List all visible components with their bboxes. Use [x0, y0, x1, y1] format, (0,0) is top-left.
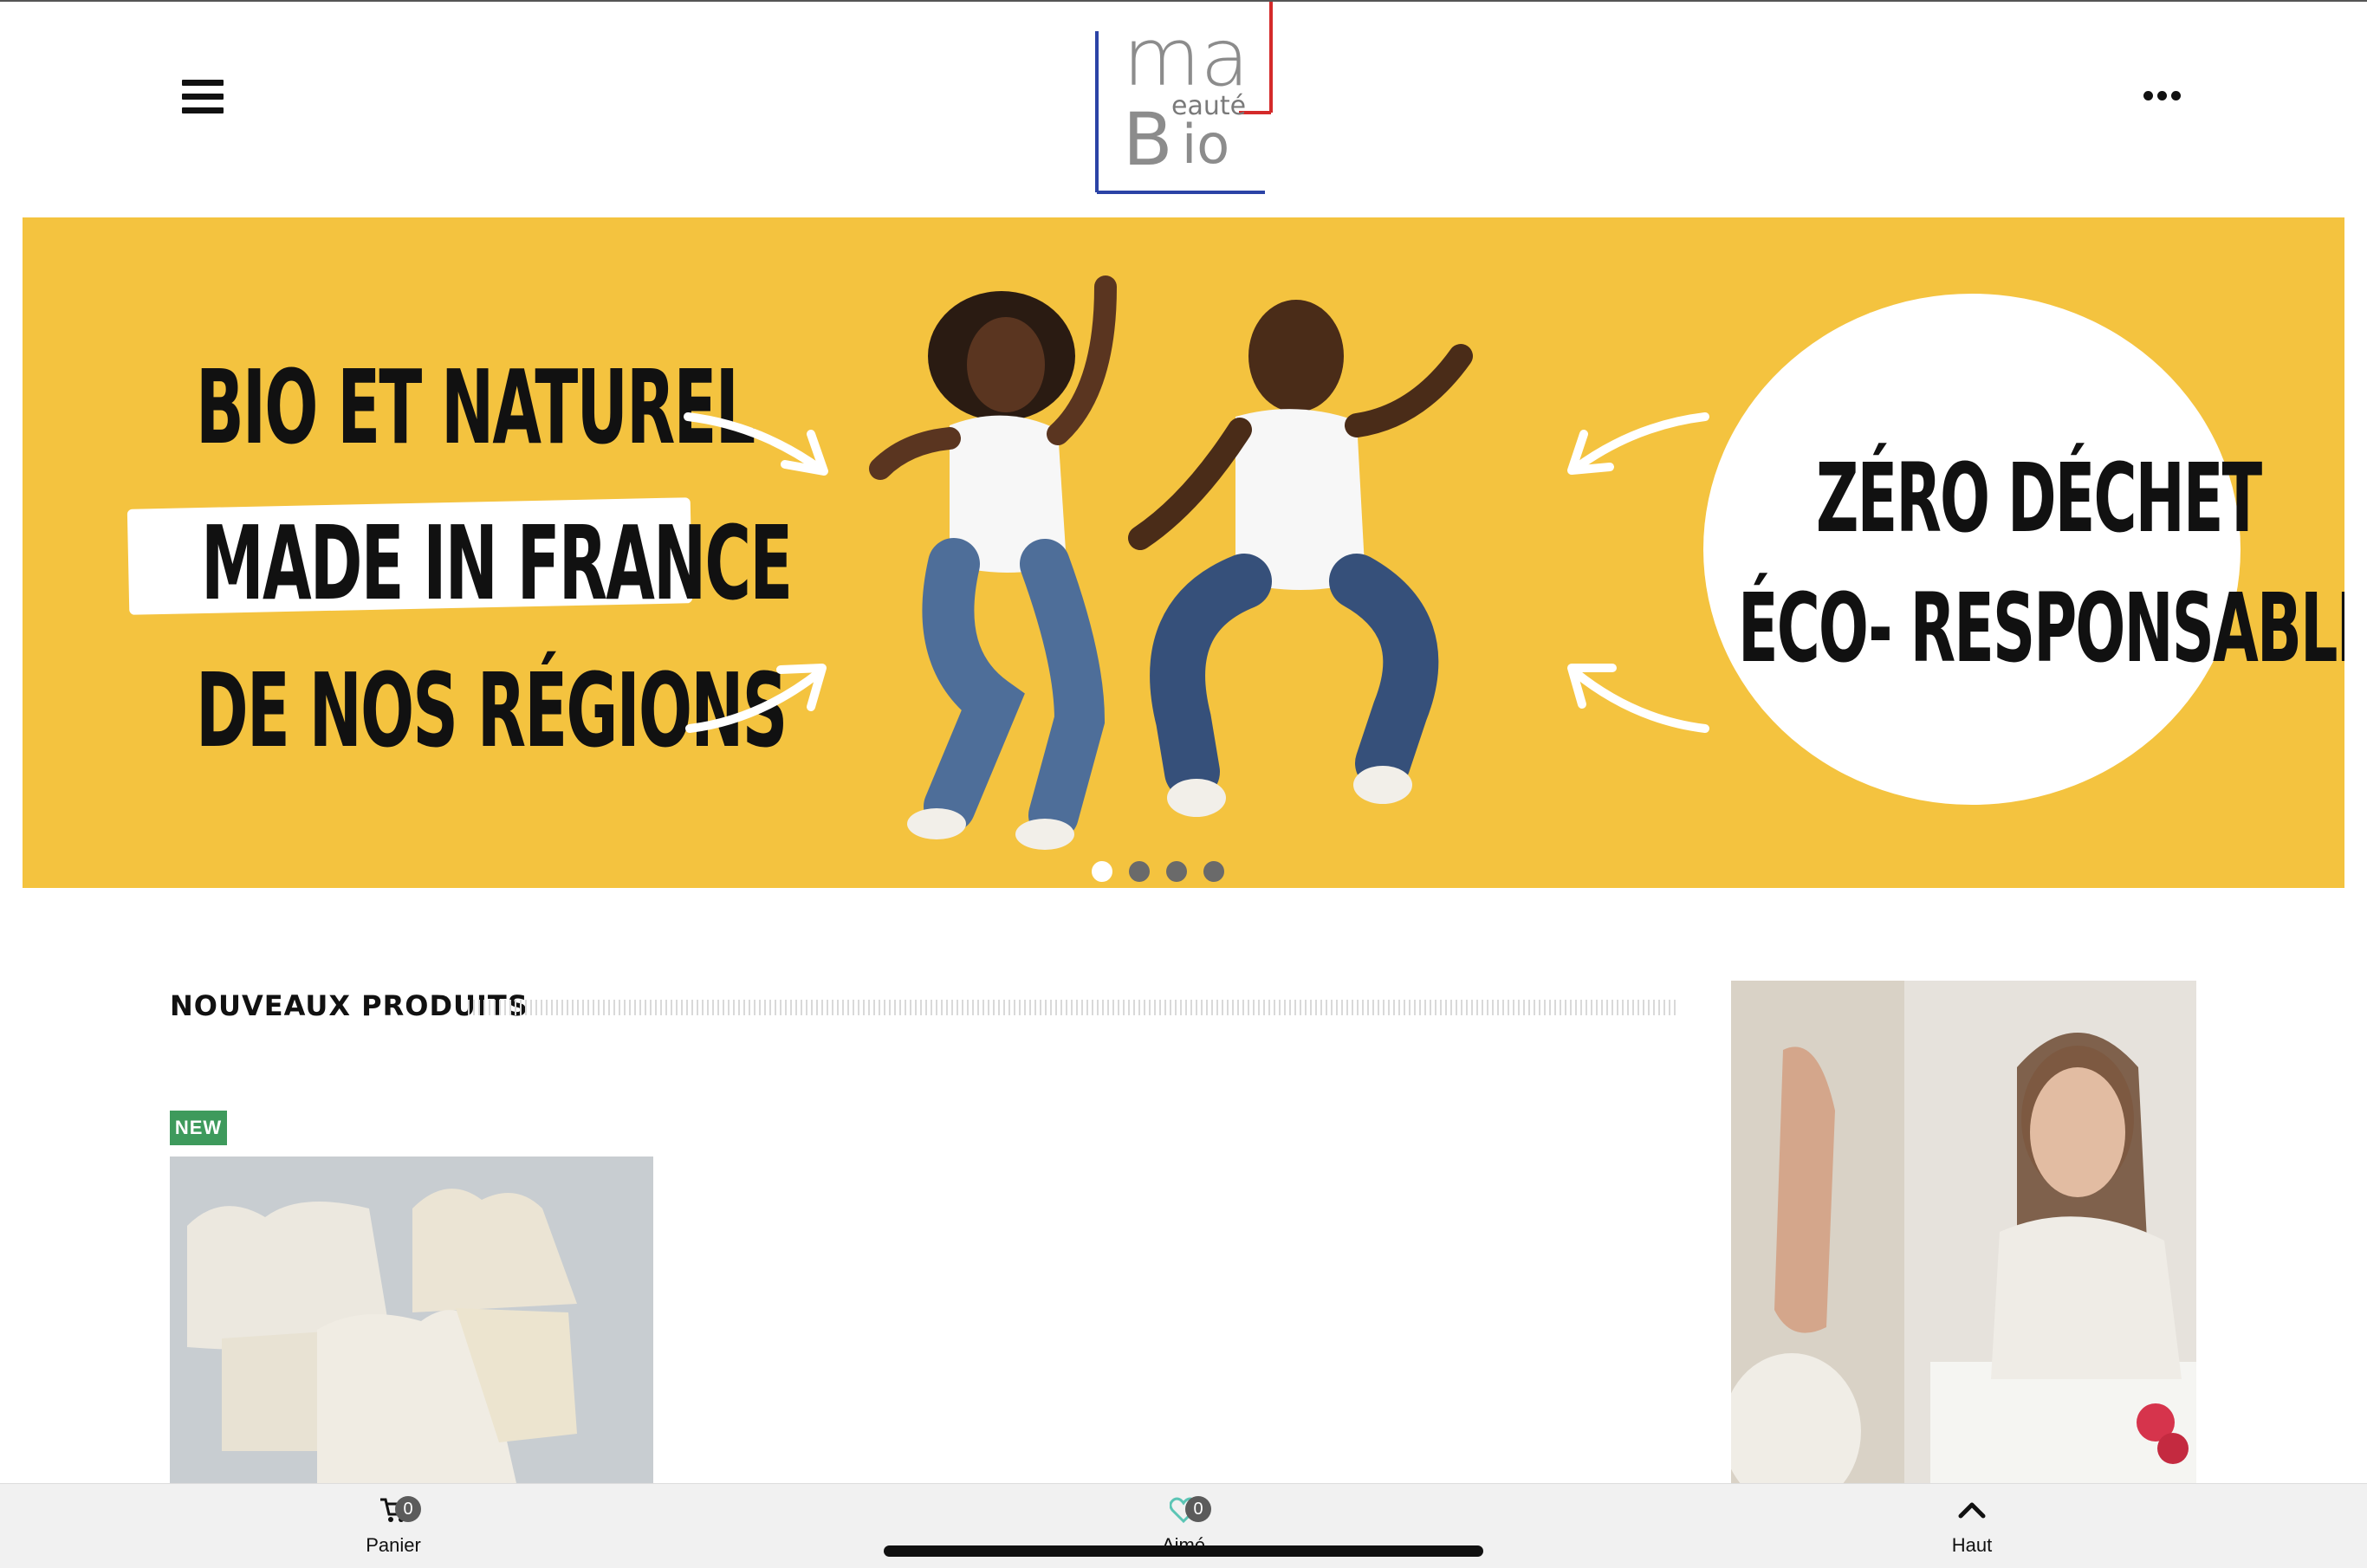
arrow-left-icon	[1567, 664, 1709, 733]
jumping-people-image	[869, 275, 1473, 850]
woman-mirror-image	[1731, 981, 2196, 1483]
cart-count-badge: 0	[395, 1496, 421, 1522]
carousel-dot-1[interactable]	[1092, 861, 1112, 882]
home-indicator	[884, 1545, 1483, 1557]
page: ma eauté B io BIO ET NATUREL MADE IN FRA…	[0, 0, 2367, 1568]
arrow-right-icon	[685, 664, 827, 733]
new-badge: NEW	[170, 1111, 227, 1145]
logo-text-b: B	[1123, 97, 1173, 182]
product-image[interactable]	[170, 1157, 653, 1483]
chevron-up-icon	[1958, 1502, 1986, 1519]
hero-line-zero-dechet: ZÉRO DÉCHET	[1816, 443, 2262, 554]
carousel-dot-4[interactable]	[1203, 861, 1224, 882]
soap-image	[170, 1157, 653, 1483]
promo-image[interactable]	[1731, 981, 2196, 1483]
logo-text-io: io	[1182, 113, 1229, 176]
logo-text-ma: ma	[1123, 11, 1249, 104]
cart-label: Panier	[366, 1534, 421, 1556]
top-label: Haut	[1951, 1534, 1993, 1556]
ellipsis-icon[interactable]	[2143, 85, 2189, 106]
hero-banner[interactable]: BIO ET NATUREL MADE IN FRANCE DE NOS RÉG…	[23, 217, 2344, 888]
cart-button[interactable]: 0 Panier	[324, 1491, 463, 1567]
hero-line-made-in-france: MADE IN FRANCE	[201, 503, 793, 623]
hero-line-bio: BIO ET NATUREL	[196, 347, 755, 467]
hamburger-menu-icon[interactable]	[182, 80, 224, 114]
carousel-dots	[1092, 861, 1224, 882]
liked-count-badge: 0	[1185, 1496, 1211, 1522]
hero-line-eco-responsable: ÉCO- RESPONSABLE	[1738, 573, 2344, 684]
arrow-left-icon	[1567, 412, 1709, 475]
carousel-dot-3[interactable]	[1166, 861, 1187, 882]
back-to-top-button[interactable]: Haut	[1903, 1491, 2041, 1567]
header: ma eauté B io	[0, 2, 2367, 210]
arrow-right-icon	[684, 412, 828, 476]
carousel-dot-2[interactable]	[1129, 861, 1150, 882]
section-divider	[468, 1000, 1676, 1015]
logo[interactable]: ma eauté B io	[1092, 2, 1274, 197]
